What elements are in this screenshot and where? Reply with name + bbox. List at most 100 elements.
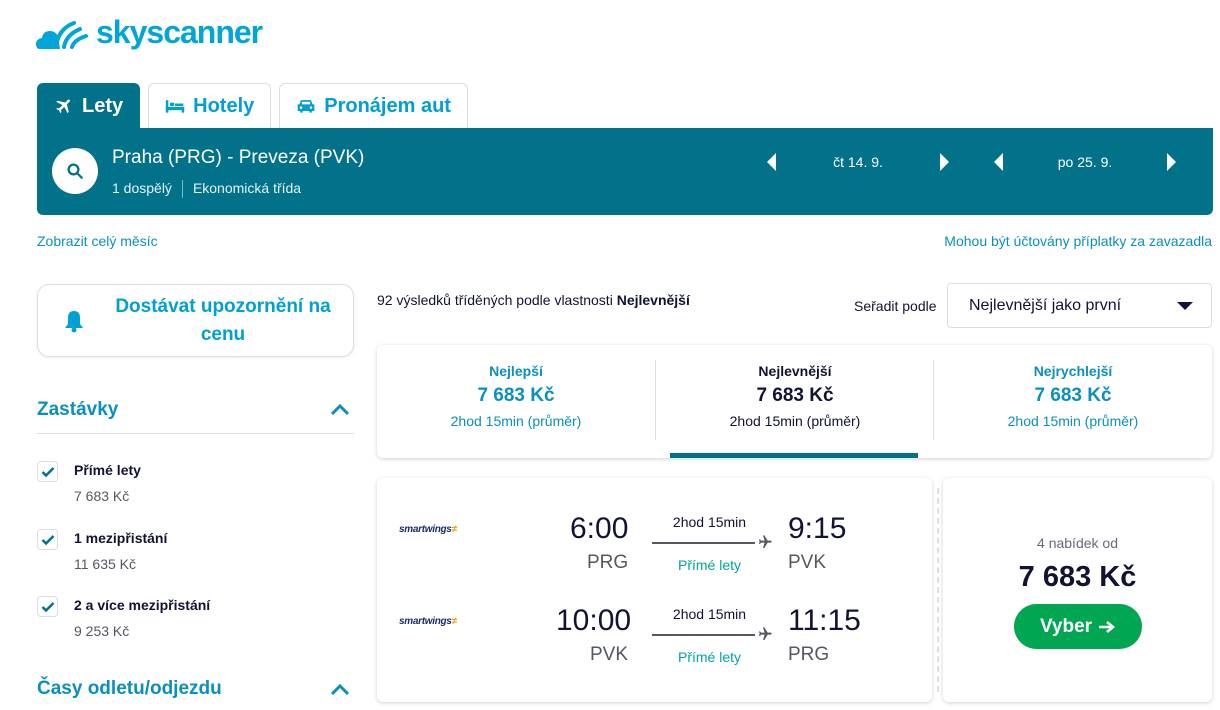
check-icon (41, 466, 54, 477)
filter-label: Přímé lety (74, 462, 141, 478)
checkbox-one-stop[interactable] (37, 529, 58, 550)
passengers-text: 1 dospělý (112, 180, 172, 196)
depart-next-arrow-icon[interactable] (940, 153, 949, 171)
sort-dropdown[interactable]: Nejlevnější jako první (947, 283, 1212, 328)
search-icon (67, 163, 83, 179)
depart-prev-arrow-icon[interactable] (767, 153, 776, 171)
plane-icon (759, 535, 772, 548)
flight-duration: 2hod 15min (672, 606, 747, 622)
chevron-up-icon[interactable] (330, 682, 350, 696)
divider (37, 433, 354, 434)
departure-code: PVK (590, 644, 629, 665)
filter-label: 2 a více mezipřistání (74, 597, 211, 613)
sort-card-label: Nejlepší (489, 363, 543, 379)
product-tabs: Lety Hotely Pronájem aut (37, 83, 476, 128)
arrow-right-icon (1099, 620, 1116, 633)
airline-name: smartwings (399, 616, 452, 627)
search-button[interactable] (52, 148, 98, 194)
skyscanner-logo[interactable]: skyscanner (36, 14, 263, 51)
stops-filter-title[interactable]: Zastávky (37, 399, 118, 421)
filter-price: 9 253 Kč (74, 623, 130, 639)
filter-price: 11 635 Kč (74, 556, 137, 572)
skyscanner-logo-icon (36, 20, 88, 49)
check-icon (41, 601, 54, 612)
tab-hotels[interactable]: Hotely (148, 83, 272, 128)
results-count-sort: Nejlevnější (616, 292, 690, 308)
whole-month-link[interactable]: Zobrazit celý měsíc (37, 233, 158, 249)
sort-card-price: 7 683 Kč (1034, 385, 1112, 406)
filter-label: 1 mezipřistání (74, 530, 168, 546)
price-alert-button[interactable]: Dostávat upozornění na cenu (37, 284, 354, 357)
inbound-leg: smartwings≠ 10:00 PVK 2hod 15min Přímé l… (377, 570, 932, 665)
sort-value: Nejlevnější jako první (969, 297, 1122, 314)
bed-icon (165, 100, 185, 113)
sort-card-fastest[interactable]: Nejrychlejší 7 683 Kč 2hod 15min (průměr… (934, 345, 1212, 458)
search-details: 1 dospělý Ekonomická třída (112, 180, 301, 198)
plane-icon (56, 99, 70, 114)
sort-card-duration: 2hod 15min (průměr) (1007, 413, 1139, 429)
cabin-text: Ekonomická třída (192, 180, 302, 196)
tab-flights-label: Lety (82, 94, 124, 117)
price-panel: 4 nabídek od 7 683 Kč Vyber (943, 478, 1212, 702)
brand-name: skyscanner (96, 14, 263, 50)
checkbox-direct[interactable] (37, 461, 58, 482)
results-count: 92 výsledků tříděných podle vlastnosti N… (377, 292, 690, 308)
separator (181, 180, 183, 198)
depart-date-control: čt 14. 9. (767, 150, 949, 174)
search-summary-bar[interactable]: Praha (PRG) - Preveza (PVK) 1 dospělý Ek… (37, 128, 1213, 215)
sort-cards: Nejlepší 7 683 Kč 2hod 15min (průměr) Ne… (377, 345, 1212, 458)
sort-card-cheapest[interactable]: Nejlevnější 7 683 Kč 2hod 15min (průměr) (656, 345, 934, 458)
flight-line (652, 634, 755, 636)
bell-icon (65, 311, 83, 333)
sort-card-label: Nejlevnější (758, 363, 832, 379)
arrival-time: 9:15 (788, 512, 847, 545)
tab-car-hire-label: Pronájem aut (324, 94, 451, 117)
airline-logo: smartwings≠ (399, 524, 457, 535)
filter-price: 7 683 Kč (74, 488, 130, 504)
airline-name: smartwings (399, 524, 452, 535)
select-button[interactable]: Vyber (1014, 604, 1142, 649)
sort-card-duration: 2hod 15min (průměr) (729, 413, 861, 429)
departure-time: 10:00 (556, 604, 632, 637)
ticket-price: 7 683 Kč (1018, 561, 1137, 593)
flight-duration: 2hod 15min (672, 514, 747, 530)
departure-time: 6:00 (570, 512, 629, 545)
sort-card-price: 7 683 Kč (756, 385, 834, 406)
airline-logo-mark: ≠ (451, 616, 458, 627)
arrival-code: PRG (788, 644, 830, 665)
price-alert-label: Dostávat upozornění na cenu (115, 296, 331, 345)
return-date[interactable]: po 25. 9. (1003, 154, 1167, 170)
return-prev-arrow-icon[interactable] (994, 153, 1003, 171)
offers-text: 4 nabídek od (1037, 535, 1118, 551)
selected-sort-indicator (670, 453, 918, 458)
checkbox-two-plus-stops[interactable] (37, 596, 58, 617)
car-icon (297, 100, 315, 113)
sort-card-best[interactable]: Nejlepší 7 683 Kč 2hod 15min (průměr) (377, 345, 655, 458)
airline-logo-mark: ≠ (451, 524, 458, 535)
results-count-prefix: 92 výsledků tříděných podle vlastnosti (377, 292, 613, 308)
sort-card-label: Nejrychlejší (1033, 363, 1113, 379)
sort-card-duration: 2hod 15min (průměr) (450, 413, 582, 429)
tab-flights[interactable]: Lety (37, 83, 141, 128)
flight-line (652, 542, 755, 544)
depart-date[interactable]: čt 14. 9. (776, 154, 940, 170)
sort-label: Seřadit podle (854, 298, 937, 314)
select-button-label: Vyber (1039, 615, 1093, 637)
route-text: Praha (PRG) - Preveza (PVK) (112, 147, 365, 168)
chevron-up-icon[interactable] (330, 402, 350, 416)
arrival-time: 11:15 (788, 604, 861, 637)
stops-text: Přímé lety (677, 649, 741, 665)
check-icon (41, 534, 54, 545)
ticket-perforation (937, 488, 939, 692)
tab-car-hire[interactable]: Pronájem aut (279, 83, 468, 128)
plane-icon (759, 627, 772, 640)
caret-down-icon (1177, 302, 1193, 310)
tab-hotels-label: Hotely (193, 94, 255, 117)
flight-legs[interactable]: smartwings≠ 6:00 PRG 2hod 15min Přímé le… (377, 478, 932, 702)
return-next-arrow-icon[interactable] (1167, 153, 1176, 171)
flight-result-card[interactable]: smartwings≠ 6:00 PRG 2hod 15min Přímé le… (377, 478, 1212, 702)
return-date-control: po 25. 9. (994, 150, 1176, 174)
times-filter-title[interactable]: Časy odletu/odjezdu (37, 678, 222, 700)
outbound-leg: smartwings≠ 6:00 PRG 2hod 15min Přímé le… (377, 478, 932, 573)
baggage-fees-link[interactable]: Mohou být účtovány příplatky za zavazadl… (944, 233, 1212, 249)
